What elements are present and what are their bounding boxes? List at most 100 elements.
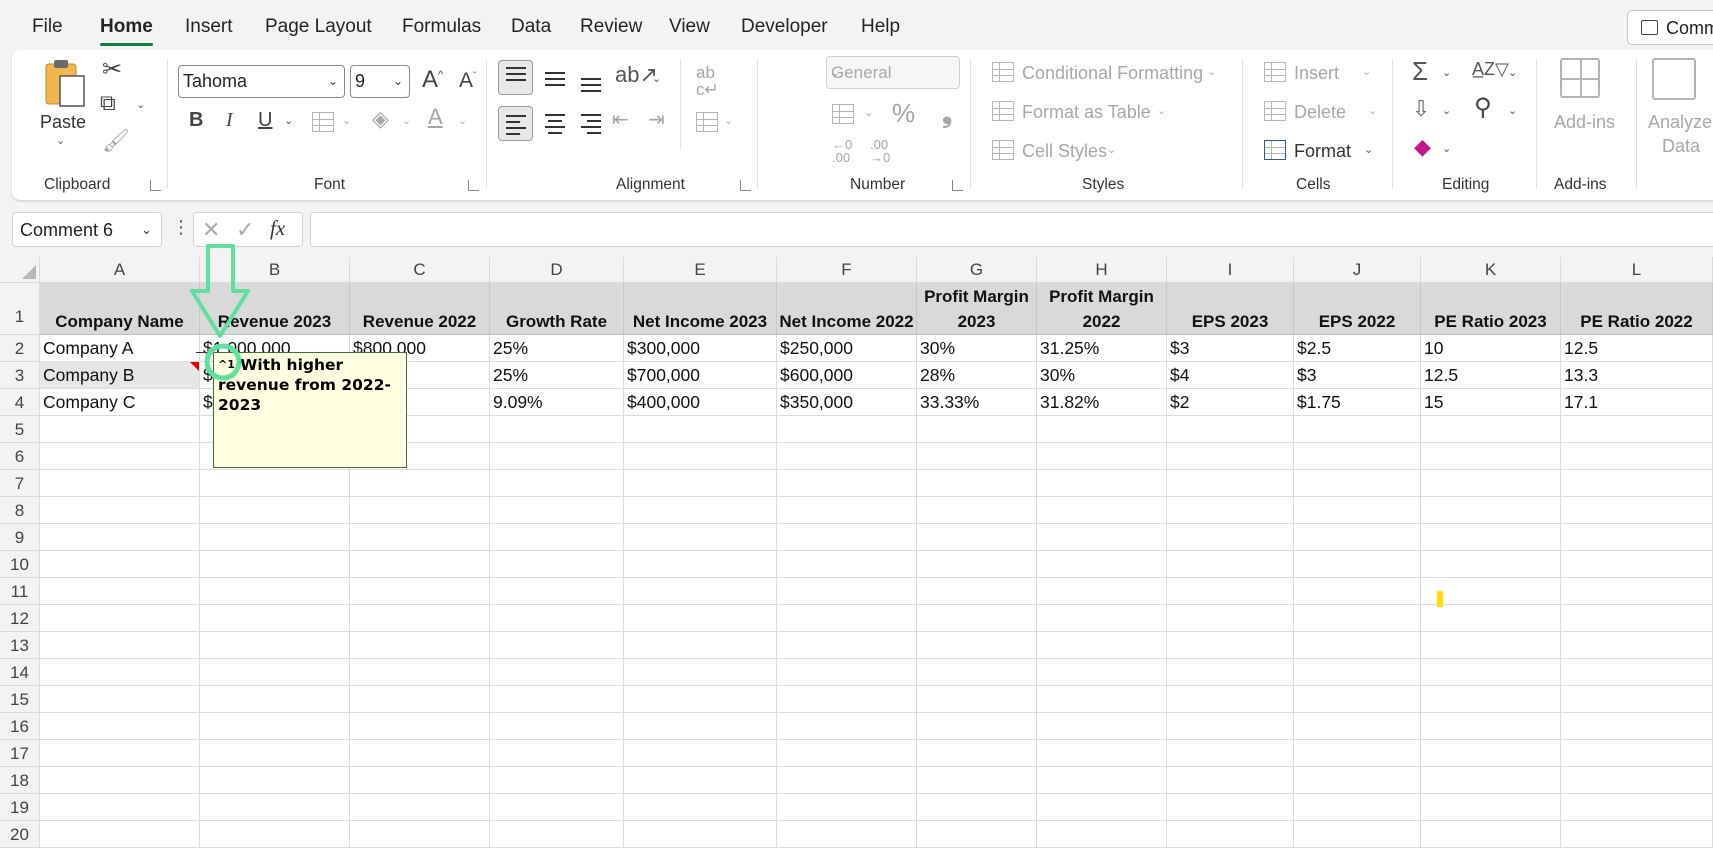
copy-icon[interactable]: ⧉ — [100, 92, 116, 114]
number-format-select[interactable]: General ⌄ — [826, 56, 960, 89]
empty-cell[interactable] — [1167, 713, 1294, 740]
column-header-b[interactable]: B — [200, 257, 350, 283]
increase-font-icon[interactable]: A^ — [422, 68, 443, 92]
empty-cell[interactable] — [350, 767, 490, 794]
cell-styles-button[interactable]: Cell Styles — [1022, 141, 1107, 162]
empty-cell[interactable] — [350, 794, 490, 821]
empty-cell[interactable] — [1167, 821, 1294, 848]
empty-cell[interactable] — [40, 686, 200, 713]
empty-cell[interactable] — [490, 740, 624, 767]
empty-cell[interactable] — [777, 686, 917, 713]
delete-cells-button[interactable]: Delete — [1294, 102, 1346, 123]
empty-cell[interactable] — [40, 443, 200, 470]
empty-cell[interactable] — [917, 443, 1037, 470]
empty-cell[interactable] — [1561, 497, 1713, 524]
tab-help[interactable]: Help — [861, 16, 900, 38]
empty-cell[interactable] — [917, 578, 1037, 605]
empty-cell[interactable] — [40, 821, 200, 848]
decrease-indent-icon[interactable]: ⇤ — [612, 110, 629, 130]
empty-cell[interactable] — [1037, 416, 1167, 443]
insert-cells-button[interactable]: Insert — [1294, 63, 1339, 84]
empty-cell[interactable] — [1037, 497, 1167, 524]
underline-dropdown-icon[interactable]: ⌄ — [284, 114, 293, 127]
empty-cell[interactable] — [624, 524, 777, 551]
empty-cell[interactable] — [1294, 605, 1421, 632]
empty-cell[interactable] — [200, 659, 350, 686]
empty-cell[interactable] — [777, 659, 917, 686]
empty-cell[interactable] — [1167, 767, 1294, 794]
column-header-e[interactable]: E — [624, 257, 777, 283]
tab-data[interactable]: Data — [511, 16, 551, 38]
header-cell[interactable]: EPS 2023 — [1167, 283, 1294, 335]
empty-cell[interactable] — [1037, 794, 1167, 821]
table-cell[interactable]: 33.33% — [917, 389, 1037, 416]
row-header-3[interactable]: 3 — [0, 362, 40, 389]
empty-cell[interactable] — [777, 713, 917, 740]
header-cell[interactable]: EPS 2022 — [1294, 283, 1421, 335]
empty-cell[interactable] — [1421, 416, 1561, 443]
empty-cell[interactable] — [200, 497, 350, 524]
empty-cell[interactable] — [1294, 632, 1421, 659]
tab-insert[interactable]: Insert — [185, 16, 233, 38]
column-header-j[interactable]: J — [1294, 257, 1421, 283]
header-cell[interactable]: Profit Margin 2023 — [917, 283, 1037, 335]
empty-cell[interactable] — [777, 551, 917, 578]
empty-cell[interactable] — [490, 659, 624, 686]
empty-cell[interactable] — [777, 443, 917, 470]
empty-cell[interactable] — [40, 551, 200, 578]
empty-cell[interactable] — [40, 605, 200, 632]
format-as-table-button[interactable]: Format as Table — [1022, 102, 1151, 123]
empty-cell[interactable] — [917, 416, 1037, 443]
empty-cell[interactable] — [1561, 578, 1713, 605]
table-cell[interactable]: 31.25% — [1037, 335, 1167, 362]
empty-cell[interactable] — [917, 659, 1037, 686]
empty-cell[interactable] — [1167, 686, 1294, 713]
empty-cell[interactable] — [490, 632, 624, 659]
empty-cell[interactable] — [1037, 632, 1167, 659]
table-cell[interactable]: 17.1 — [1561, 389, 1713, 416]
font-name-select[interactable]: Tahoma ⌄ — [178, 65, 345, 98]
empty-cell[interactable] — [1421, 632, 1561, 659]
empty-cell[interactable] — [624, 659, 777, 686]
empty-cell[interactable] — [1421, 713, 1561, 740]
row-header-5[interactable]: 5 — [0, 416, 40, 443]
paste-button[interactable]: Paste — [40, 112, 86, 133]
analyze-data-label-2[interactable]: Data — [1662, 136, 1700, 157]
empty-cell[interactable] — [1561, 767, 1713, 794]
empty-cell[interactable] — [1561, 740, 1713, 767]
empty-cell[interactable] — [490, 794, 624, 821]
empty-cell[interactable] — [200, 767, 350, 794]
empty-cell[interactable] — [200, 794, 350, 821]
row-header-20[interactable]: 20 — [0, 821, 40, 848]
empty-cell[interactable] — [350, 551, 490, 578]
align-left-button[interactable] — [498, 106, 533, 141]
empty-cell[interactable] — [1561, 470, 1713, 497]
font-launcher-icon[interactable] — [468, 180, 479, 191]
empty-cell[interactable] — [490, 578, 624, 605]
empty-cell[interactable] — [200, 551, 350, 578]
empty-cell[interactable] — [917, 551, 1037, 578]
empty-cell[interactable] — [1167, 497, 1294, 524]
comment-box[interactable]: ^1 With higher revenue from 2022-2023 — [213, 352, 407, 468]
empty-cell[interactable] — [1167, 794, 1294, 821]
empty-cell[interactable] — [917, 713, 1037, 740]
table-cell[interactable]: $3 — [1294, 362, 1421, 389]
empty-cell[interactable] — [1037, 821, 1167, 848]
empty-cell[interactable] — [1037, 578, 1167, 605]
wrap-text-icon[interactable]: ab c↵ — [696, 64, 719, 98]
row-header-14[interactable]: 14 — [0, 659, 40, 686]
header-cell[interactable]: Profit Margin 2022 — [1037, 283, 1167, 335]
empty-cell[interactable] — [350, 740, 490, 767]
tab-review[interactable]: Review — [580, 16, 642, 38]
empty-cell[interactable] — [624, 605, 777, 632]
empty-cell[interactable] — [1421, 740, 1561, 767]
empty-cell[interactable] — [777, 497, 917, 524]
table-cell[interactable]: $300,000 — [624, 335, 777, 362]
empty-cell[interactable] — [624, 470, 777, 497]
table-cell[interactable]: 25% — [490, 335, 624, 362]
sort-filter-icon[interactable]: A̲Z▽ — [1472, 60, 1509, 78]
table-cell[interactable]: $250,000 — [777, 335, 917, 362]
empty-cell[interactable] — [1421, 605, 1561, 632]
empty-cell[interactable] — [917, 497, 1037, 524]
empty-cell[interactable] — [200, 740, 350, 767]
